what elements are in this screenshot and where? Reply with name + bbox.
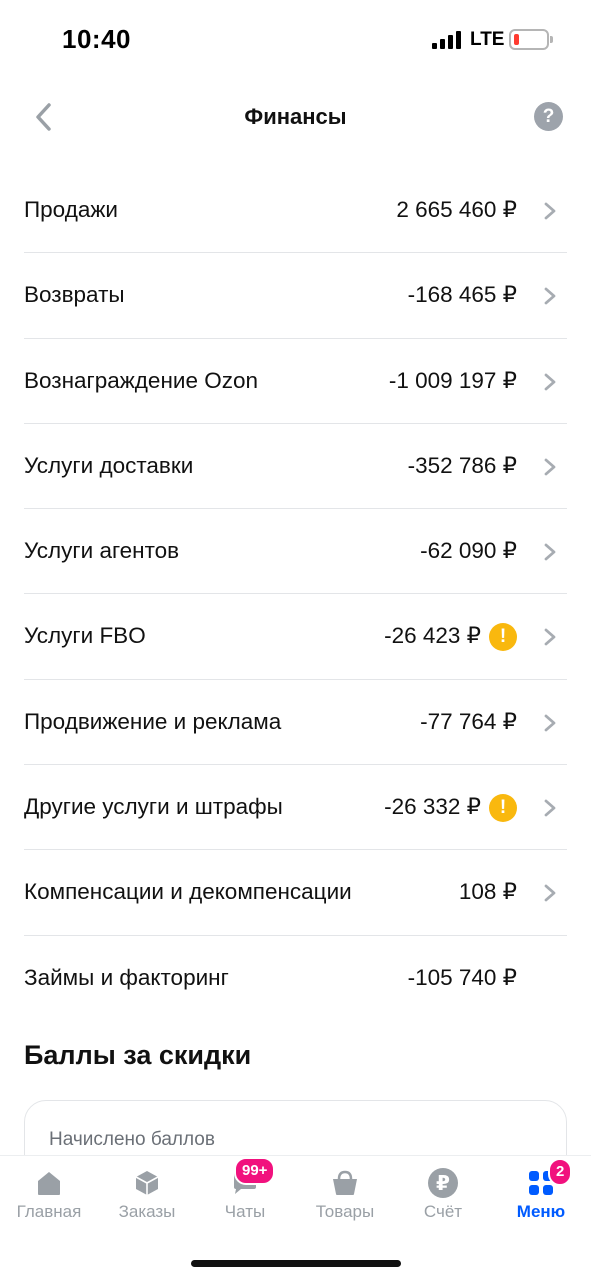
tab-home[interactable]: Главная <box>0 1156 98 1236</box>
warning-icon: ! <box>489 623 517 652</box>
tab-label: Товары <box>315 1202 375 1221</box>
row-value: 108 ₽ <box>458 879 517 905</box>
tab-orders[interactable]: Заказы <box>98 1156 196 1236</box>
row-label: Услуги доставки <box>24 452 194 478</box>
tab-menu[interactable]: Меню 2 <box>492 1156 590 1236</box>
chevron-right-icon <box>543 202 557 220</box>
chevron-right-icon <box>543 884 557 902</box>
battery-icon <box>509 29 553 50</box>
row-label: Другие услуги и штрафы <box>24 794 283 820</box>
chevron-right-icon <box>543 628 557 646</box>
row-label: Вознаграждение Ozon <box>24 367 258 393</box>
finance-row-other-fines[interactable]: Другие услуги и штрафы -26 332 ₽ ! <box>24 765 567 851</box>
warning-icon: ! <box>489 794 517 823</box>
tab-products[interactable]: Товары <box>296 1156 394 1236</box>
question-mark-icon: ? <box>542 105 555 127</box>
help-button[interactable]: ? <box>534 102 563 131</box>
chevron-right-icon <box>543 458 557 476</box>
signal-strength-icon <box>432 31 464 49</box>
row-value: 2 665 460 ₽ <box>396 197 517 222</box>
finance-list: Продажи 2 665 460 ₽ Возвраты -168 465 ₽ … <box>24 168 567 1021</box>
row-value: -26 332 ₽ <box>384 794 481 820</box>
finance-row-delivery[interactable]: Услуги доставки -352 786 ₽ <box>24 424 567 510</box>
finance-row-loans: Займы и факторинг -105 740 ₽ <box>24 936 567 1021</box>
row-label: Возвраты <box>24 282 125 308</box>
row-label: Займы и факторинг <box>24 964 229 990</box>
finance-row-promotion[interactable]: Продвижение и реклама -77 764 ₽ <box>24 680 567 766</box>
row-label: Продвижение и реклама <box>24 708 282 734</box>
menu-badge: 2 <box>548 1158 573 1186</box>
tab-chats[interactable]: Чаты 99+ <box>196 1156 294 1236</box>
finance-row-compensations[interactable]: Компенсации и декомпенсации 108 ₽ <box>24 850 567 936</box>
section-title: Баллы за скидки <box>24 1040 252 1070</box>
row-label: Услуги агентов <box>24 538 180 564</box>
chevron-right-icon <box>543 287 557 305</box>
basket-icon <box>333 1170 357 1195</box>
row-value: -1 009 197 ₽ <box>388 367 517 393</box>
chevron-right-icon <box>543 373 557 391</box>
tab-label: Чаты <box>224 1202 266 1221</box>
row-label: Услуги FBO <box>24 623 146 649</box>
chevron-right-icon <box>543 799 557 817</box>
nav-bar: Финансы ? <box>0 88 591 148</box>
home-indicator <box>191 1260 401 1267</box>
status-time: 10:40 <box>62 24 131 54</box>
box-icon <box>135 1171 159 1195</box>
row-value: -352 786 ₽ <box>407 452 517 478</box>
finance-row-agents[interactable]: Услуги агентов -62 090 ₽ <box>24 509 567 595</box>
tab-label: Заказы <box>118 1202 176 1221</box>
chats-badge: 99+ <box>234 1157 276 1185</box>
row-label: Продажи <box>24 197 118 222</box>
row-value: -62 090 ₽ <box>420 538 517 564</box>
chevron-right-icon <box>543 714 557 732</box>
tab-label: Меню <box>516 1202 566 1221</box>
page-title: Финансы <box>244 104 347 129</box>
tab-label: Счёт <box>423 1202 463 1221</box>
row-value: -105 740 ₽ <box>407 964 517 990</box>
points-card-label: Начислено баллов <box>49 1129 215 1150</box>
chevron-right-icon <box>543 543 557 561</box>
home-icon <box>38 1172 60 1195</box>
row-value: -26 423 ₽ <box>384 623 481 649</box>
finance-row-sales[interactable]: Продажи 2 665 460 ₽ <box>24 168 567 254</box>
finance-row-returns[interactable]: Возвраты -168 465 ₽ <box>24 253 567 339</box>
finance-row-fbo[interactable]: Услуги FBO -26 423 ₽ ! <box>24 594 567 680</box>
finance-row-ozon-fee[interactable]: Вознаграждение Ozon -1 009 197 ₽ <box>24 339 567 424</box>
network-type: LTE <box>470 29 505 50</box>
tab-label: Главная <box>16 1202 82 1221</box>
tab-account[interactable]: ₽ Счёт <box>394 1156 492 1236</box>
status-bar: 10:40 LTE <box>0 0 591 80</box>
row-value: -77 764 ₽ <box>420 708 517 734</box>
row-label: Компенсации и декомпенсации <box>24 879 352 905</box>
row-value: -168 465 ₽ <box>407 282 517 308</box>
ruble-icon: ₽ <box>428 1168 458 1198</box>
